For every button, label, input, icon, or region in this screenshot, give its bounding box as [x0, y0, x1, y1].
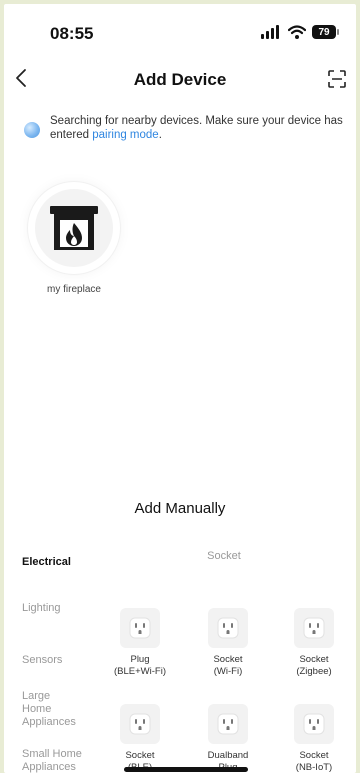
search-message: Searching for nearby devices. Make sure … [50, 114, 344, 142]
signal-icon [261, 25, 279, 39]
socket-tile [208, 704, 248, 744]
nav-bar: Add Device [4, 60, 356, 100]
category-lighting[interactable]: Lighting [22, 602, 102, 615]
product-dualband-plug[interactable]: Dualband Plug [188, 704, 268, 773]
fireplace-icon [50, 206, 98, 250]
phone-screen: 08:55 79 Add Device Searching for nearby… [4, 4, 356, 773]
wifi-icon [288, 25, 306, 39]
category-large-home-appliances[interactable]: Large Home Appliances [22, 690, 82, 729]
socket-icon [303, 617, 325, 639]
product-label-line2: (Wi-Fi) [213, 666, 243, 677]
product-label-line2: (BLE+Wi-Fi) [114, 666, 166, 677]
socket-icon [217, 713, 239, 735]
product-socket-wifi[interactable]: Socket (Wi-Fi) [188, 608, 268, 678]
product-plug-ble-wifi[interactable]: Plug (BLE+Wi-Fi) [100, 608, 180, 678]
status-time: 08:55 [50, 24, 94, 43]
socket-icon [303, 713, 325, 735]
socket-tile [208, 608, 248, 648]
product-label-line1: Socket [299, 654, 329, 665]
section-label-socket: Socket [207, 550, 241, 562]
socket-tile [294, 704, 334, 744]
socket-tile [120, 704, 160, 744]
product-socket-zigbee[interactable]: Socket (Zigbee) [274, 608, 354, 678]
scan-icon[interactable] [328, 70, 346, 88]
product-label: Socket (Zigbee) [296, 654, 331, 678]
product-label: Socket (Wi-Fi) [213, 654, 242, 678]
product-socket-nb-iot[interactable]: Socket (NB-IoT) [274, 704, 354, 773]
battery-icon: 79 [312, 25, 339, 39]
product-label-line1: Plug [130, 654, 150, 665]
category-electrical[interactable]: Electrical [22, 556, 102, 569]
socket-tile [294, 608, 334, 648]
product-label-line2: (Zigbee) [296, 666, 332, 677]
status-bar: 08:55 79 [4, 4, 356, 56]
pairing-mode-link[interactable]: pairing mode [92, 129, 158, 141]
product-label-line1: Socket [125, 750, 155, 761]
page-title: Add Device [133, 70, 227, 89]
product-socket-ble[interactable]: Socket (BLE) [100, 704, 180, 773]
device-name: my fireplace [47, 284, 101, 295]
searching-indicator-icon [24, 122, 40, 138]
device-icon-ring [28, 182, 120, 274]
socket-tile [120, 608, 160, 648]
product-label: Socket (NB-IoT) [296, 750, 332, 773]
product-label-line1: Socket [213, 654, 243, 665]
product-label-line1: Socket [299, 750, 329, 761]
category-small-home-appliances[interactable]: Small Home Appliances [22, 748, 86, 773]
product-label-line1: Dualband [207, 750, 249, 761]
search-message-suffix: . [158, 129, 162, 141]
home-indicator[interactable] [124, 767, 248, 772]
found-device-my-fireplace[interactable]: my fireplace [26, 182, 122, 295]
product-label: Plug (BLE+Wi-Fi) [114, 654, 166, 678]
category-sensors[interactable]: Sensors [22, 654, 102, 667]
socket-icon [129, 713, 151, 735]
add-manually-title: Add Manually [134, 500, 226, 517]
product-label-line2: (NB-IoT) [295, 762, 333, 773]
search-banner: Searching for nearby devices. Make sure … [24, 114, 344, 142]
socket-icon [217, 617, 239, 639]
device-icon-background [35, 189, 113, 267]
socket-icon [129, 617, 151, 639]
status-icons: 79 [260, 25, 339, 39]
